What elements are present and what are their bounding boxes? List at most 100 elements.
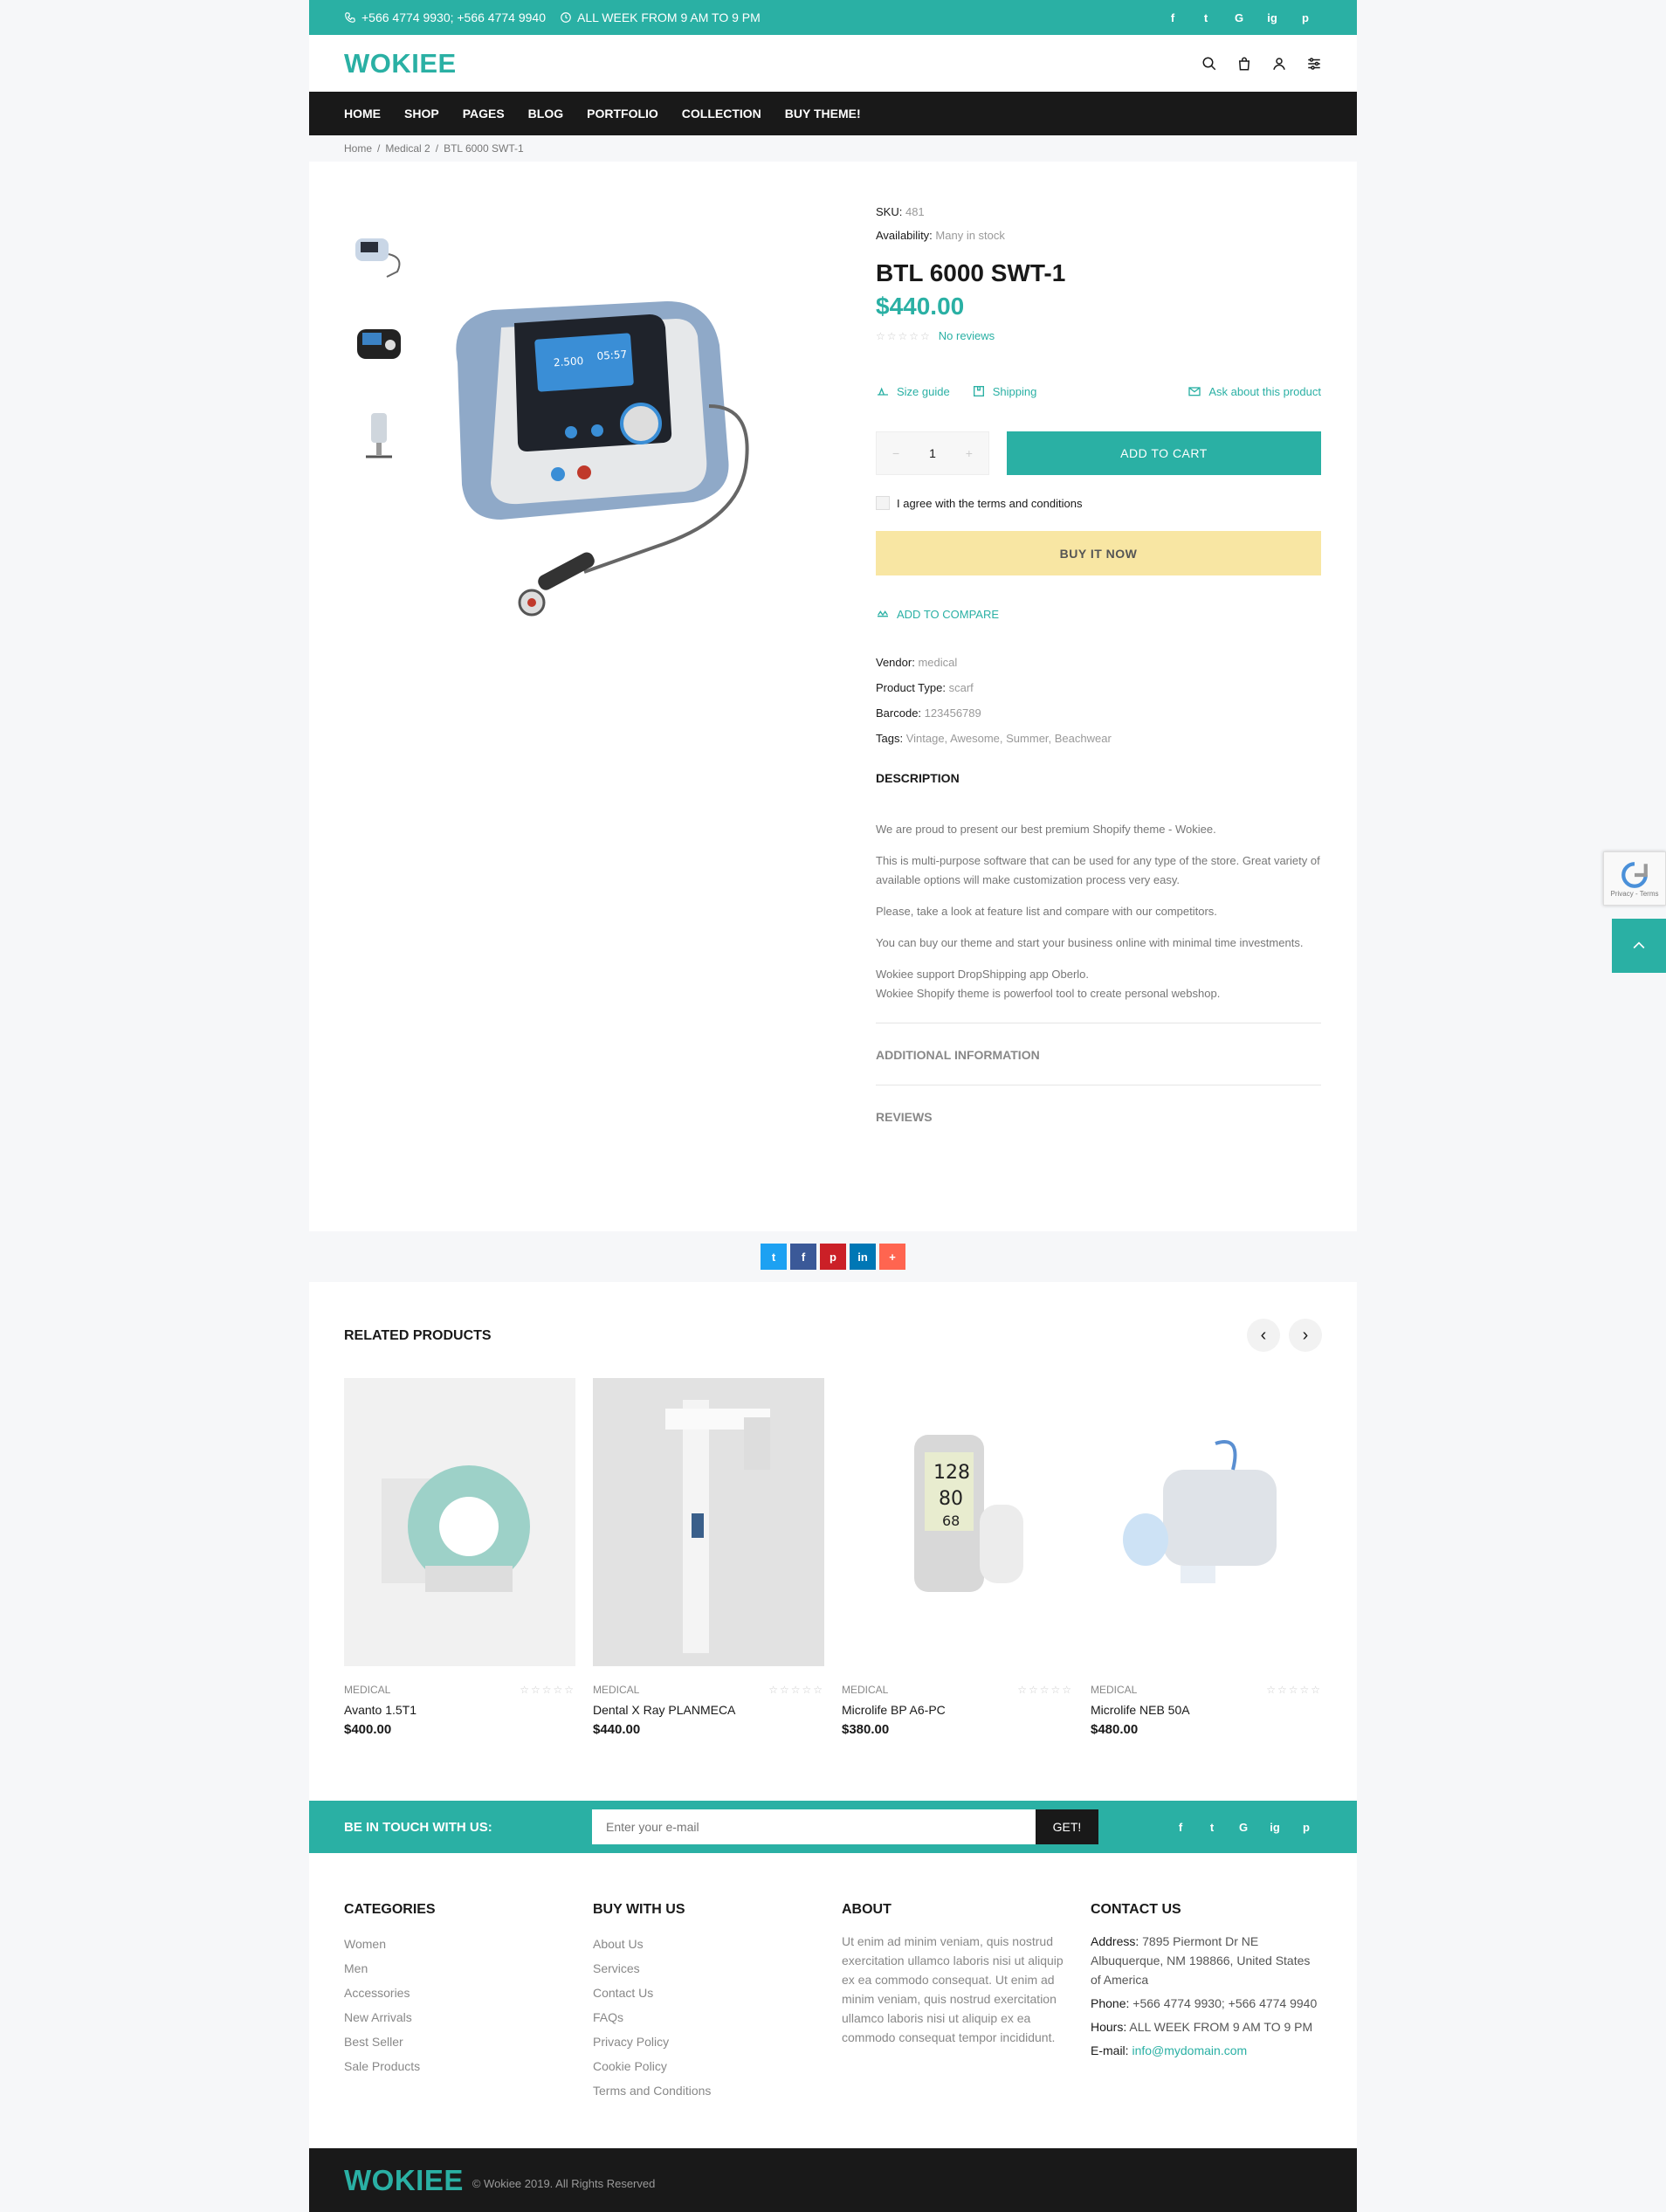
breadcrumb: Home / Medical 2 / BTL 6000 SWT-1 [309, 135, 1357, 162]
footer-link[interactable]: Men [344, 1956, 575, 1981]
footer-link[interactable]: Cookie Policy [593, 2054, 824, 2078]
chevron-right-icon[interactable]: › [1289, 1319, 1322, 1352]
back-to-top-button[interactable] [1612, 919, 1666, 973]
instagram-icon[interactable]: ig [1256, 11, 1289, 24]
facebook-icon[interactable]: f [1165, 1821, 1196, 1834]
chevron-left-icon[interactable]: ‹ [1247, 1319, 1280, 1352]
newsletter-submit-button[interactable]: GET! [1036, 1809, 1098, 1844]
share-facebook-icon[interactable]: f [790, 1244, 816, 1270]
breadcrumb-category[interactable]: Medical 2 [385, 142, 430, 155]
tags-value[interactable]: Vintage, Awesome, Summer, Beachwear [906, 732, 1112, 745]
footer-logo[interactable]: WOKIEE [344, 2164, 464, 2197]
footer-link[interactable]: Privacy Policy [593, 2029, 824, 2054]
type-value[interactable]: scarf [949, 681, 974, 694]
qty-value[interactable]: 1 [929, 446, 936, 460]
footer-link[interactable]: FAQs [593, 2005, 824, 2029]
share-linkedin-icon[interactable]: in [850, 1244, 876, 1270]
reviews-link[interactable]: No reviews [939, 329, 995, 342]
description-paragraph: Please, take a look at feature list and … [876, 905, 1217, 918]
footer-link[interactable]: New Arrivals [344, 2005, 575, 2029]
share-pinterest-icon[interactable]: p [820, 1244, 846, 1270]
user-icon[interactable] [1271, 56, 1287, 72]
contact-email-link[interactable]: info@mydomain.com [1132, 2043, 1247, 2057]
description-paragraph: This is multi-purpose software that can … [876, 854, 1320, 886]
product-title: BTL 6000 SWT-1 [876, 259, 1066, 286]
nav-blog[interactable]: BLOG [528, 107, 563, 121]
breadcrumb-home[interactable]: Home [344, 142, 372, 155]
product-card-name[interactable]: Microlife BP A6-PC [842, 1703, 1073, 1717]
footer-link[interactable]: Accessories [344, 1981, 575, 2005]
footer-link[interactable]: Terms and Conditions [593, 2078, 824, 2103]
product-card[interactable]: MEDICAL ☆☆☆☆☆ Microlife NEB 50A $480.00 [1091, 1378, 1322, 1737]
product-card-image[interactable] [593, 1378, 824, 1666]
product-card-name[interactable]: Avanto 1.5T1 [344, 1703, 575, 1717]
share-more-icon[interactable]: + [879, 1244, 905, 1270]
pinterest-icon[interactable]: p [1291, 1821, 1322, 1834]
pinterest-icon[interactable]: p [1289, 11, 1322, 24]
search-icon[interactable] [1201, 56, 1217, 72]
add-to-compare-link[interactable]: ADD TO COMPARE [876, 607, 1321, 621]
terms-checkbox[interactable] [876, 496, 890, 510]
nav-shop[interactable]: SHOP [404, 107, 439, 121]
product-card-category[interactable]: MEDICAL [842, 1684, 888, 1696]
product-card-category[interactable]: MEDICAL [1091, 1684, 1137, 1696]
ask-about-product-link[interactable]: Ask about this product [1188, 384, 1321, 398]
description-paragraph: Wokiee support DropShipping app Oberlo. W… [876, 965, 1321, 1003]
barcode-row: Barcode: 123456789 [876, 706, 1321, 720]
recaptcha-badge[interactable]: Privacy - Terms [1603, 851, 1666, 906]
product-card[interactable]: MEDICAL ☆☆☆☆☆ Dental X Ray PLANMECA $440.… [593, 1378, 824, 1737]
product-card-image[interactable] [344, 1378, 575, 1666]
footer-about-text: Ut enim ad minim veniam, quis nostrud ex… [842, 1934, 1064, 2044]
footer-bottom: WOKIEE © Wokiee 2019. All Rights Reserve… [309, 2148, 1357, 2212]
buy-it-now-button[interactable]: BUY IT NOW [876, 531, 1321, 575]
topbar-phone: +566 4774 9930; +566 4774 9940 [344, 10, 546, 24]
vendor-value[interactable]: medical [918, 656, 957, 669]
nav-collection[interactable]: COLLECTION [682, 107, 761, 121]
barcode-label: Barcode: [876, 706, 922, 720]
footer-link[interactable]: About Us [593, 1932, 824, 1956]
cart-icon[interactable] [1236, 56, 1252, 72]
product-card-image[interactable] [1091, 1378, 1322, 1666]
product-card-category[interactable]: MEDICAL [593, 1684, 639, 1696]
footer-link[interactable]: Sale Products [344, 2054, 575, 2078]
nav-pages[interactable]: PAGES [463, 107, 505, 121]
size-guide-link[interactable]: Size guide [876, 384, 950, 398]
nav-buy-theme[interactable]: BUY THEME! [785, 107, 861, 121]
logo[interactable]: WOKIEE [344, 48, 457, 79]
qty-plus-button[interactable]: + [966, 446, 973, 460]
settings-sliders-icon[interactable] [1306, 56, 1322, 72]
nav-home[interactable]: HOME [344, 107, 381, 121]
additional-information-tab[interactable]: ADDITIONAL INFORMATION [876, 1023, 1321, 1085]
recaptcha-icon [1621, 861, 1648, 888]
product-card-image[interactable]: 128 80 68 [842, 1378, 1073, 1666]
footer-link[interactable]: Women [344, 1932, 575, 1956]
newsletter-email-input[interactable] [592, 1809, 1036, 1844]
product-card[interactable]: 128 80 68 MEDICAL ☆☆☆☆☆ Microlife BP A6-PC … [842, 1378, 1073, 1737]
thumbnail-1[interactable] [344, 214, 414, 293]
footer-link[interactable]: Services [593, 1956, 824, 1981]
product-card-name[interactable]: Microlife NEB 50A [1091, 1703, 1322, 1717]
add-to-cart-button[interactable]: ADD TO CART [1007, 431, 1321, 475]
facebook-icon[interactable]: f [1156, 11, 1189, 24]
product-card-category[interactable]: MEDICAL [344, 1684, 390, 1696]
google-icon[interactable]: G [1228, 1821, 1259, 1834]
qty-minus-button[interactable]: − [892, 446, 899, 460]
footer-categories: CATEGORIES Women Men Accessories New Arr… [344, 1902, 575, 2078]
google-icon[interactable]: G [1222, 11, 1256, 24]
instagram-icon[interactable]: ig [1259, 1821, 1291, 1834]
twitter-icon[interactable]: t [1196, 1821, 1228, 1834]
product-card-name[interactable]: Dental X Ray PLANMECA [593, 1703, 824, 1717]
product-main-image[interactable]: 2.500 05:57 [431, 258, 798, 642]
footer-link[interactable]: Best Seller [344, 2029, 575, 2054]
svg-text:128: 128 [933, 1462, 970, 1484]
footer-link[interactable]: Contact Us [593, 1981, 824, 2005]
reviews-tab[interactable]: REVIEWS [876, 1085, 1321, 1147]
twitter-icon[interactable]: t [1189, 11, 1222, 24]
shipping-link[interactable]: Shipping [972, 384, 1036, 398]
share-twitter-icon[interactable]: t [761, 1244, 787, 1270]
thumbnail-3[interactable] [344, 396, 414, 474]
terms-label[interactable]: I agree with the terms and conditions [897, 497, 1082, 510]
product-card[interactable]: MEDICAL ☆☆☆☆☆ Avanto 1.5T1 $400.00 [344, 1378, 575, 1737]
thumbnail-2[interactable] [344, 305, 414, 383]
nav-portfolio[interactable]: PORTFOLIO [587, 107, 658, 121]
